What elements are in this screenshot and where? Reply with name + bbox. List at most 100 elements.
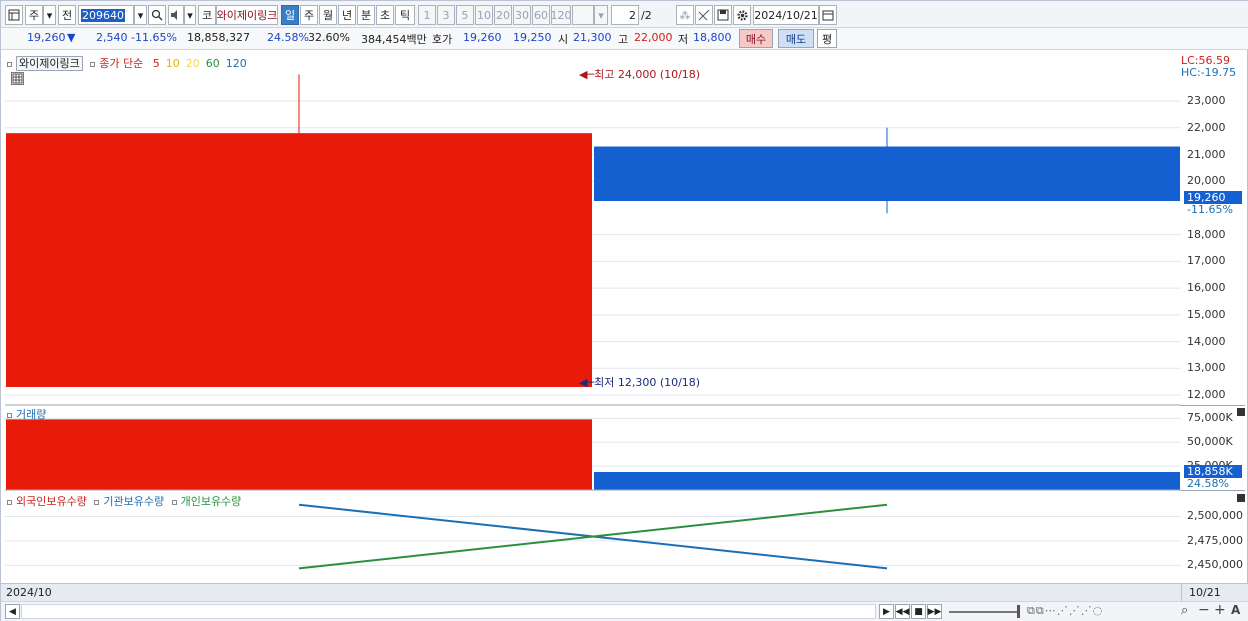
bid-price-2: 19,250 [513,31,552,44]
fast-forward-icon[interactable]: ▶▶ [927,604,942,619]
ma-legend-item[interactable]: 10 [166,57,180,70]
ma-legend-item[interactable]: 5 [153,57,160,70]
interval-3[interactable]: 3 [437,5,455,25]
price-tick-label: 22,000 [1187,120,1226,134]
legend-institution: 기관보유수량 [103,495,165,508]
candle-body [594,146,1180,202]
settings-gear-icon[interactable] [733,5,751,25]
font-size-icon[interactable]: A [1231,603,1240,617]
price-tick-label: 13,000 [1187,361,1226,375]
axis-separator [1181,490,1245,491]
ma-legend-item[interactable]: 120 [226,57,247,70]
sell-button[interactable]: 매도 [778,29,814,48]
legend-foreign: 외국인보유수량 [16,495,87,508]
zoom-slider-handle[interactable] [1017,605,1020,618]
compare-icon[interactable]: ⁂ [676,5,694,25]
table-view-icon[interactable] [11,72,24,85]
draw-line-icon[interactable] [695,5,713,25]
code-dropdown-icon[interactable]: ▾ [134,5,147,25]
holdings-panel-close-icon[interactable] [1237,494,1245,502]
legend-chip [7,499,12,505]
period-second-tab[interactable]: 초 [376,5,394,25]
zoom-in-icon[interactable]: + [1214,602,1226,618]
period-week-tab[interactable]: 주 [300,5,318,25]
legend-chip [171,499,177,505]
speaker-icon[interactable] [168,5,184,25]
hc-value: HC:-19.75 [1181,66,1237,79]
drawing-tools-icon[interactable]: ⧉⧉⋯⋰⋰⋰◌ [1027,604,1103,618]
change-amount: 2,540 [96,31,128,44]
rewind-icon[interactable]: ◀◀ [895,604,910,619]
layout-icon[interactable] [5,5,23,25]
speaker-dropdown-icon[interactable]: ▾ [184,5,196,25]
code-input[interactable]: 209640 [78,5,134,25]
date-input[interactable]: 2024/10/21 [753,5,819,25]
current-price: 19,260 [27,31,66,44]
average-button[interactable]: 평 [817,29,837,48]
zoom-out-icon[interactable]: − [1198,602,1210,618]
interval-20[interactable]: 20 [494,5,512,25]
volume-legend: 거래량 [7,406,46,422]
price-tick-label: 21,000 [1187,147,1226,161]
market-type-dropdown-icon[interactable]: ▾ [43,5,56,25]
calendar-icon[interactable] [819,5,837,25]
stop-icon[interactable]: ■ [911,604,926,619]
buy-button[interactable]: 매수 [739,29,773,48]
stock-name[interactable]: 와이제이링크 [216,5,278,25]
candles [6,74,1180,387]
scroll-left-icon[interactable]: ◀ [5,604,20,619]
volume-panel-close-icon[interactable] [1237,408,1245,416]
open-label: 시 [558,33,569,46]
price-legend: 와이제이링크 종가 단순 5 10 20 60 120 [7,55,247,71]
save-icon[interactable] [714,5,732,25]
ma-legend-item[interactable]: 60 [206,57,220,70]
interval-1[interactable]: 1 [418,5,436,25]
interval-dropdown-icon[interactable]: ▾ [594,5,608,25]
scroll-bar[interactable]: ◀ ▶ ◀◀ ■ ▶▶ ⧉⧉⋯⋰⋰⋰◌ ⌕ − + A [1,601,1248,621]
search-icon[interactable] [148,5,166,25]
interval-10[interactable]: 10 [475,5,493,25]
interval-120[interactable]: 120 [551,5,571,25]
candle-body [6,133,592,387]
price-tick-label: 18,000 [1187,227,1226,241]
volume-tick-label: 75,000K [1187,411,1233,425]
high-price: 22,000 [634,31,673,44]
ma-legend-item[interactable]: 20 [186,57,200,70]
period-day-tab[interactable]: 일 [281,5,299,25]
period-year-tab[interactable]: 년 [338,5,356,25]
legend-chip [90,61,96,67]
zoom-slider[interactable] [949,611,1017,613]
price-axis[interactable]: LC:56.59 HC:-19.75 23,000 22,000 21,000 20,… [1181,53,1245,583]
period-tick-tab[interactable]: 틱 [395,5,415,25]
date-axis-left: 2024/10 [6,586,52,599]
period-minute-tab[interactable]: 분 [357,5,375,25]
change-arrow: ▼ [67,31,76,44]
market-prefix: 코 [198,5,216,25]
price-tick-label: 23,000 [1187,94,1226,108]
play-icon[interactable]: ▶ [879,604,894,619]
date-axis: 2024/10 10/21 [1,583,1248,602]
change-percent: -11.65% [131,31,177,44]
price-tick-label: 17,000 [1187,254,1226,268]
prev-button[interactable]: 전 [58,5,76,25]
low-label: 저 [678,33,689,46]
market-type-button[interactable]: 주 [25,5,43,25]
bid-label: 호가 [432,33,453,46]
axis-separator [1181,405,1245,406]
price-tick-label: 20,000 [1187,174,1226,188]
bid-price-1: 19,260 [463,31,502,44]
page-input[interactable]: 2 [611,5,639,25]
volume-tick-label: 50,000K [1187,435,1233,449]
interval-60[interactable]: 60 [532,5,550,25]
interval-custom-input[interactable] [572,5,594,25]
high-label: 고 [618,33,629,46]
legend-stock-name[interactable]: 와이제이링크 [16,56,83,71]
interval-5[interactable]: 5 [456,5,474,25]
high-annotation: ◀─최고 24,000 (10/18) [579,68,701,81]
zoom-icon[interactable]: ⌕ [1181,603,1188,618]
scroll-track[interactable] [21,604,876,619]
volume-bars [6,419,1180,490]
period-month-tab[interactable]: 월 [319,5,337,25]
volume-current-pct: 24.58% [1187,477,1229,490]
interval-30[interactable]: 30 [513,5,531,25]
